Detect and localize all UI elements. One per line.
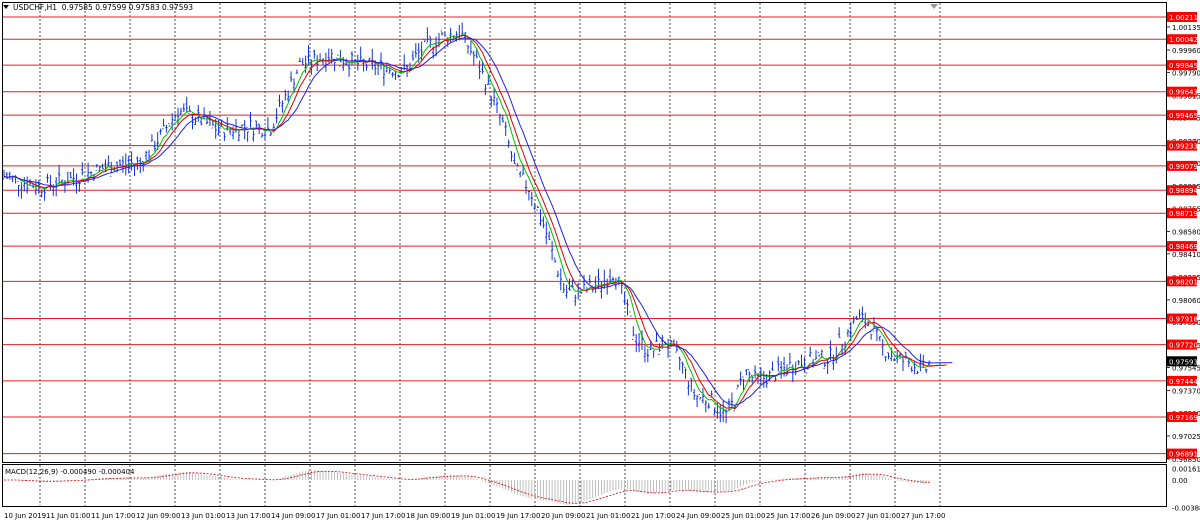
price-tick-label: 0.98580	[1172, 228, 1200, 236]
level-price-label: 0.97169	[1169, 414, 1198, 422]
level-price-label: 0.99643	[1169, 89, 1198, 97]
macd-tick-label: -0.003887	[1172, 505, 1200, 513]
time-tick-label: 17 Jun 01:00	[316, 512, 360, 520]
time-tick-label: 21 Jun 01:00	[586, 512, 630, 520]
scroll-marker-icon[interactable]	[930, 4, 938, 9]
macd-label: MACD(12,26,9) -0.000490 -0.000404	[5, 468, 135, 476]
level-price-label: 1.00042	[1169, 36, 1198, 44]
time-tick-label: 21 Jun 17:00	[631, 512, 675, 520]
time-tick-label: 17 Jun 17:00	[361, 512, 405, 520]
level-price-label: 0.98201	[1169, 278, 1198, 286]
time-tick-label: 14 Jun 09:00	[271, 512, 315, 520]
time-tick-label: 19 Jun 01:00	[451, 512, 495, 520]
level-price-label: 0.98469	[1169, 243, 1198, 251]
time-tick-label: 12 Jun 09:00	[136, 512, 180, 520]
level-price-label: 0.97720	[1169, 342, 1198, 350]
current-price-label: 0.97593	[1169, 358, 1198, 366]
level-price-label: 0.98719	[1169, 210, 1198, 218]
chart-window[interactable]: 0.001615 0.00 -0.003887 1.00135 0.99960 0.99…	[0, 0, 1200, 523]
price-tick-label: 1.00135	[1172, 24, 1200, 32]
time-tick-label: 27 Jun 01:00	[856, 512, 900, 520]
level-price-label: 0.97918	[1169, 316, 1198, 324]
level-price-label: 1.00211	[1169, 14, 1198, 22]
price-chart[interactable]: 0.001615 0.00 -0.003887 1.00135 0.99960 0.99…	[0, 0, 1200, 523]
price-tick-label: 0.98060	[1172, 297, 1200, 305]
price-tick-label: 0.97025	[1172, 433, 1200, 441]
time-tick-label: 25 Jun 01:00	[721, 512, 765, 520]
macd-tick-label: 0.001615	[1172, 466, 1200, 474]
level-price-label: 0.99233	[1169, 143, 1198, 151]
time-tick-label: 26 Jun 09:00	[811, 512, 855, 520]
price-tick-label: 0.99960	[1172, 47, 1200, 55]
time-tick-label: 19 Jun 17:00	[496, 512, 540, 520]
symbol-info: USDCHF,H1 0.97585 0.97599 0.97583 0.9759…	[13, 3, 193, 12]
time-tick-label: 20 Jun 09:00	[541, 512, 585, 520]
ohlc-values: 0.97585 0.97599 0.97583 0.97593	[61, 3, 194, 12]
time-tick-label: 11 Jun 17:00	[91, 512, 135, 520]
level-price-label: 0.98894	[1169, 187, 1198, 195]
price-tick-label: 0.98410	[1172, 251, 1200, 259]
time-tick-label: 24 Jun 09:00	[676, 512, 720, 520]
time-tick-label: 13 Jun 01:00	[181, 512, 225, 520]
price-tick-label: 0.99790	[1172, 69, 1200, 77]
time-tick-label: 11 Jun 01:00	[46, 512, 90, 520]
time-axis: 10 Jun 2019 11 Jun 01:00 11 Jun 17:00 12 Ju…	[4, 512, 945, 520]
level-price-label: 0.99079	[1169, 163, 1198, 171]
level-price-label: 0.99845	[1169, 62, 1198, 70]
dropdown-arrow-icon[interactable]	[3, 5, 9, 9]
level-price-label: 0.96891	[1169, 451, 1198, 459]
time-tick-label: 10 Jun 2019	[4, 512, 46, 520]
price-tick-label: 0.97370	[1172, 388, 1200, 396]
macd-tick-label: 0.00	[1172, 477, 1188, 485]
time-tick-label: 13 Jun 17:00	[226, 512, 270, 520]
level-price-label: 0.99465	[1169, 112, 1198, 120]
time-tick-label: 18 Jun 09:00	[406, 512, 450, 520]
time-tick-label: 27 Jun 17:00	[901, 512, 945, 520]
level-price-label: 0.97444	[1169, 378, 1198, 386]
symbol-name: USDCHF,H1	[13, 3, 58, 12]
time-tick-label: 25 Jun 17:00	[766, 512, 810, 520]
